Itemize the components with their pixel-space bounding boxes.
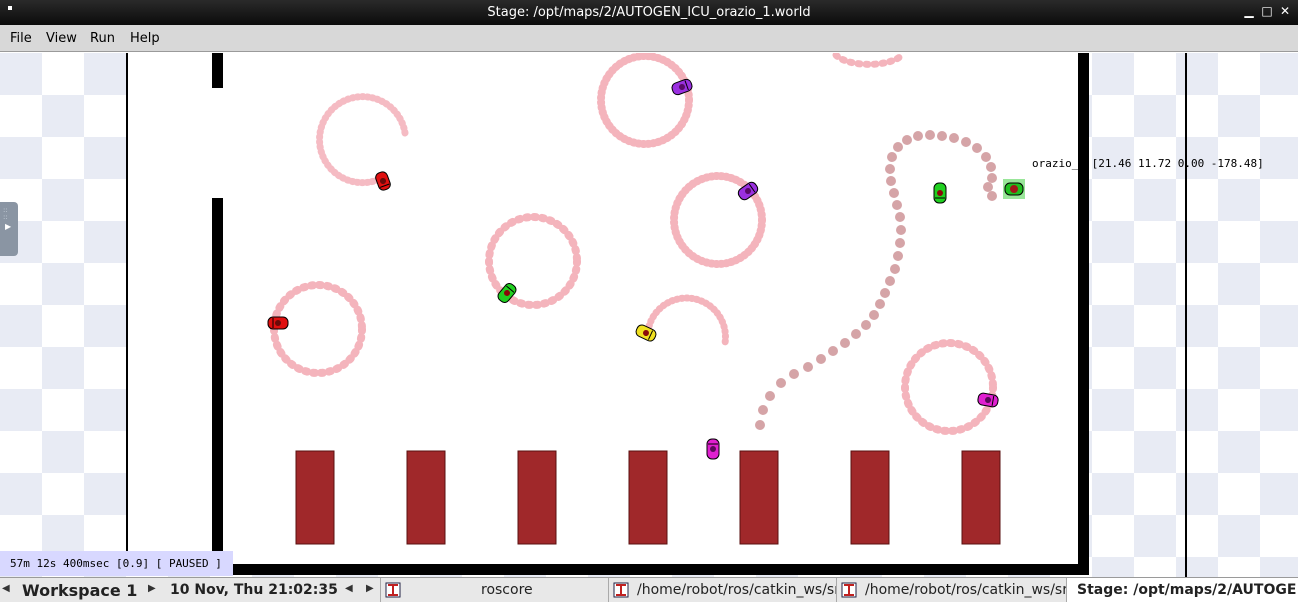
task-label: Stage: /opt/maps/2/AUTOGE — [1077, 582, 1297, 598]
workspace-next-icon[interactable]: ▶ — [148, 583, 156, 594]
close-icon[interactable]: ✕ — [1278, 4, 1292, 18]
partition-wall-top — [212, 53, 223, 88]
robot-pose-label: orazio_0 [21.46 11.72 0.00 -178.48] — [1032, 157, 1264, 170]
terminal-icon — [385, 582, 401, 598]
robot-magenta-bottom[interactable] — [706, 438, 720, 460]
window-titlebar: Stage: /opt/maps/2/AUTOGEN_ICU_orazio_1.… — [0, 0, 1298, 25]
task-label: roscore — [481, 582, 533, 598]
taskbar: ◀ Workspace 1 ▶ 10 Nov, Thu 21:02:35 ◀ ▶… — [0, 577, 1298, 602]
bed — [406, 450, 446, 545]
workspace-switcher[interactable]: Workspace 1 — [22, 581, 137, 600]
robot-orazio-selected[interactable] — [1003, 179, 1025, 199]
task-label: /home/robot/ros/catkin_ws/sr — [865, 582, 1067, 598]
bed — [517, 450, 557, 545]
minimize-icon[interactable]: ▁ — [1242, 4, 1256, 18]
robot-green-right[interactable] — [933, 182, 947, 204]
clock: 10 Nov, Thu 21:02:35 — [170, 582, 338, 598]
menu-help[interactable]: Help — [130, 31, 160, 46]
room-floor — [127, 53, 1082, 566]
task-terminal-1[interactable]: /home/robot/ros/catkin_ws/sr — [608, 578, 837, 602]
bed — [628, 450, 668, 545]
expand-arrow-icon: ▶ — [5, 222, 12, 231]
task-roscore[interactable]: roscore — [380, 578, 609, 602]
task-scroll-right-icon[interactable]: ▶ — [366, 583, 374, 594]
bed — [295, 450, 335, 545]
window-title: Stage: /opt/maps/2/AUTOGEN_ICU_orazio_1.… — [487, 5, 811, 20]
menu-file[interactable]: File — [10, 31, 32, 46]
room-right-wall — [1078, 53, 1089, 575]
bed — [961, 450, 1001, 545]
terminal-icon — [841, 582, 857, 598]
simulation-canvas[interactable]: orazio_0 [21.46 11.72 0.00 -178.48] ::::… — [0, 53, 1298, 577]
task-scroll-left-icon[interactable]: ◀ — [345, 583, 353, 594]
partition-wall-bottom — [212, 198, 223, 568]
simulation-status: 57m 12s 400msec [0.9] [ PAUSED ] — [0, 551, 233, 576]
terminal-icon — [613, 582, 629, 598]
bed — [739, 450, 779, 545]
menu-run[interactable]: Run — [90, 31, 115, 46]
task-stage[interactable]: Stage: /opt/maps/2/AUTOGE — [1066, 578, 1298, 602]
side-panel-handle[interactable]: :::: ▶ — [0, 202, 18, 256]
workspace-prev-icon[interactable]: ◀ — [2, 583, 10, 594]
task-terminal-2[interactable]: /home/robot/ros/catkin_ws/sr — [836, 578, 1067, 602]
task-label: /home/robot/ros/catkin_ws/sr — [637, 582, 837, 598]
maximize-icon[interactable]: □ — [1260, 4, 1274, 18]
robot-red-left[interactable] — [267, 316, 289, 330]
menu-view[interactable]: View — [46, 31, 77, 46]
menu-bar: File View Run Help — [0, 25, 1298, 52]
bed — [850, 450, 890, 545]
room-bottom-wall — [212, 564, 1089, 575]
